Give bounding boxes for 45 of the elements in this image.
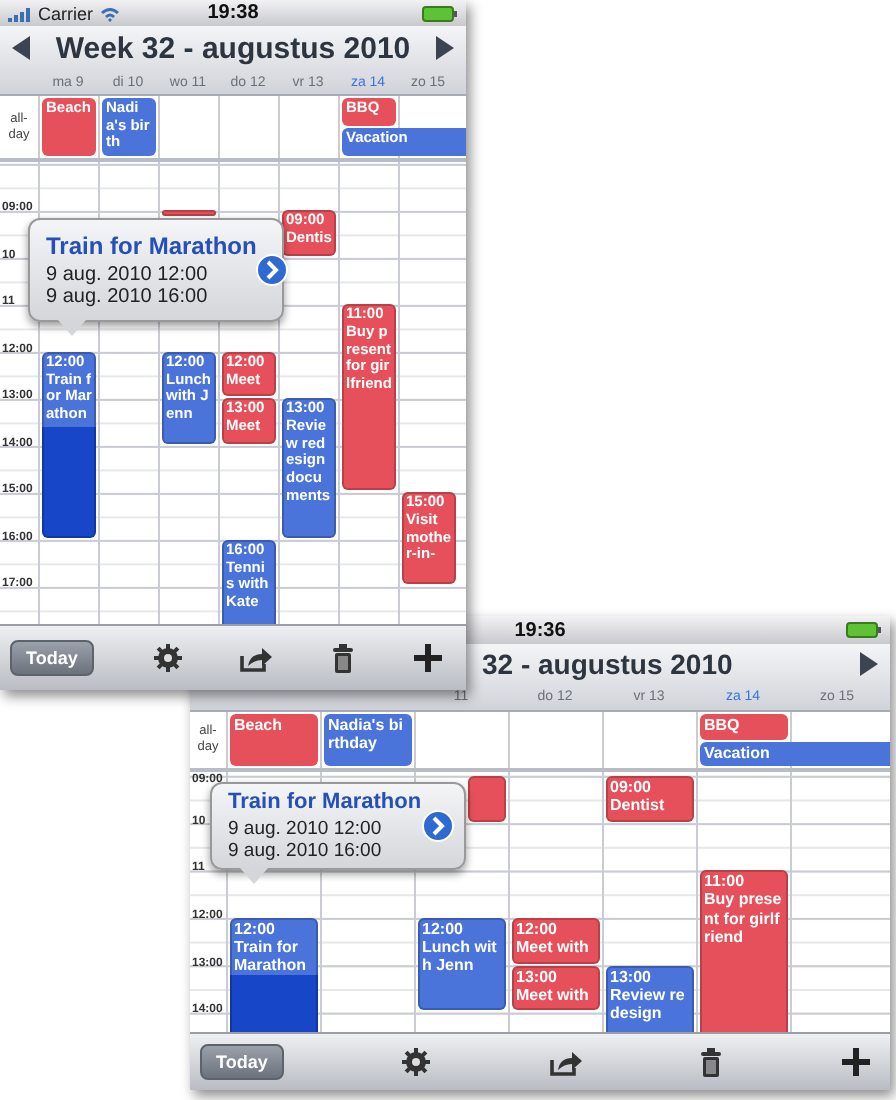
previous-week-arrow[interactable] — [12, 36, 32, 60]
wifi-icon — [99, 5, 120, 21]
popover-title: Train for Marathon — [228, 790, 422, 814]
popover-pointer-icon — [240, 868, 268, 884]
calendar-event[interactable] — [468, 775, 506, 822]
share-icon[interactable] — [549, 1049, 582, 1075]
calendar-event[interactable]: 13:00 Meet with — [512, 965, 600, 1011]
all-day-event[interactable]: Beach — [230, 714, 318, 766]
event-start-time: 9 aug. 2010 12:00 — [228, 818, 382, 840]
calendar-event[interactable]: 13:00 Review redesign — [606, 965, 694, 1032]
all-day-event[interactable]: Vacation — [700, 741, 890, 766]
popover-title: Train for Marathon — [46, 232, 257, 260]
week-title: Week 32 - augustus 2010 — [53, 31, 413, 65]
calendar-event[interactable]: 12:00 Meet with — [512, 917, 600, 964]
all-day-event[interactable]: Nadia's birthday — [324, 714, 412, 766]
event-start-time: 9 aug. 2010 12:00 — [46, 264, 208, 286]
today-button[interactable]: Today — [200, 1044, 284, 1080]
add-icon[interactable] — [413, 644, 442, 672]
signal-icon — [8, 5, 32, 21]
next-week-arrow[interactable] — [858, 652, 878, 676]
battery-icon — [422, 5, 458, 21]
settings-icon[interactable] — [153, 644, 182, 672]
share-icon[interactable] — [240, 645, 273, 671]
event-end-time: 9 aug. 2010 16:00 — [228, 840, 382, 862]
add-icon[interactable] — [841, 1048, 870, 1076]
trash-icon[interactable] — [332, 643, 355, 673]
calendar-event[interactable] — [162, 210, 216, 217]
next-week-arrow[interactable] — [434, 36, 454, 60]
trash-icon[interactable] — [700, 1047, 723, 1077]
calendar-event[interactable]: 11:00 Buy present for girlfriend — [700, 870, 788, 1032]
clock-time: 19:38 — [207, 2, 259, 24]
settings-icon[interactable] — [402, 1048, 431, 1076]
today-button[interactable]: Today — [10, 640, 94, 676]
calendar-event[interactable]: 09:00 Dentist — [606, 775, 694, 822]
calendar-event[interactable]: 12:00 Lunch with Jenn — [418, 917, 506, 1011]
event-end-time: 9 aug. 2010 16:00 — [46, 286, 208, 308]
popover-pointer-icon — [58, 320, 86, 336]
clock-time: 19:36 — [514, 619, 566, 641]
battery-icon — [846, 622, 882, 638]
disclosure-button[interactable] — [421, 810, 454, 842]
disclosure-button[interactable] — [256, 254, 289, 286]
calendar-event[interactable]: 12:00 Train for Marathon — [230, 917, 318, 1032]
carrier-name: Carrier — [38, 3, 94, 23]
week-title: 32 - augustus 2010 — [482, 648, 735, 680]
all-day-event[interactable]: BBQ — [700, 714, 788, 739]
